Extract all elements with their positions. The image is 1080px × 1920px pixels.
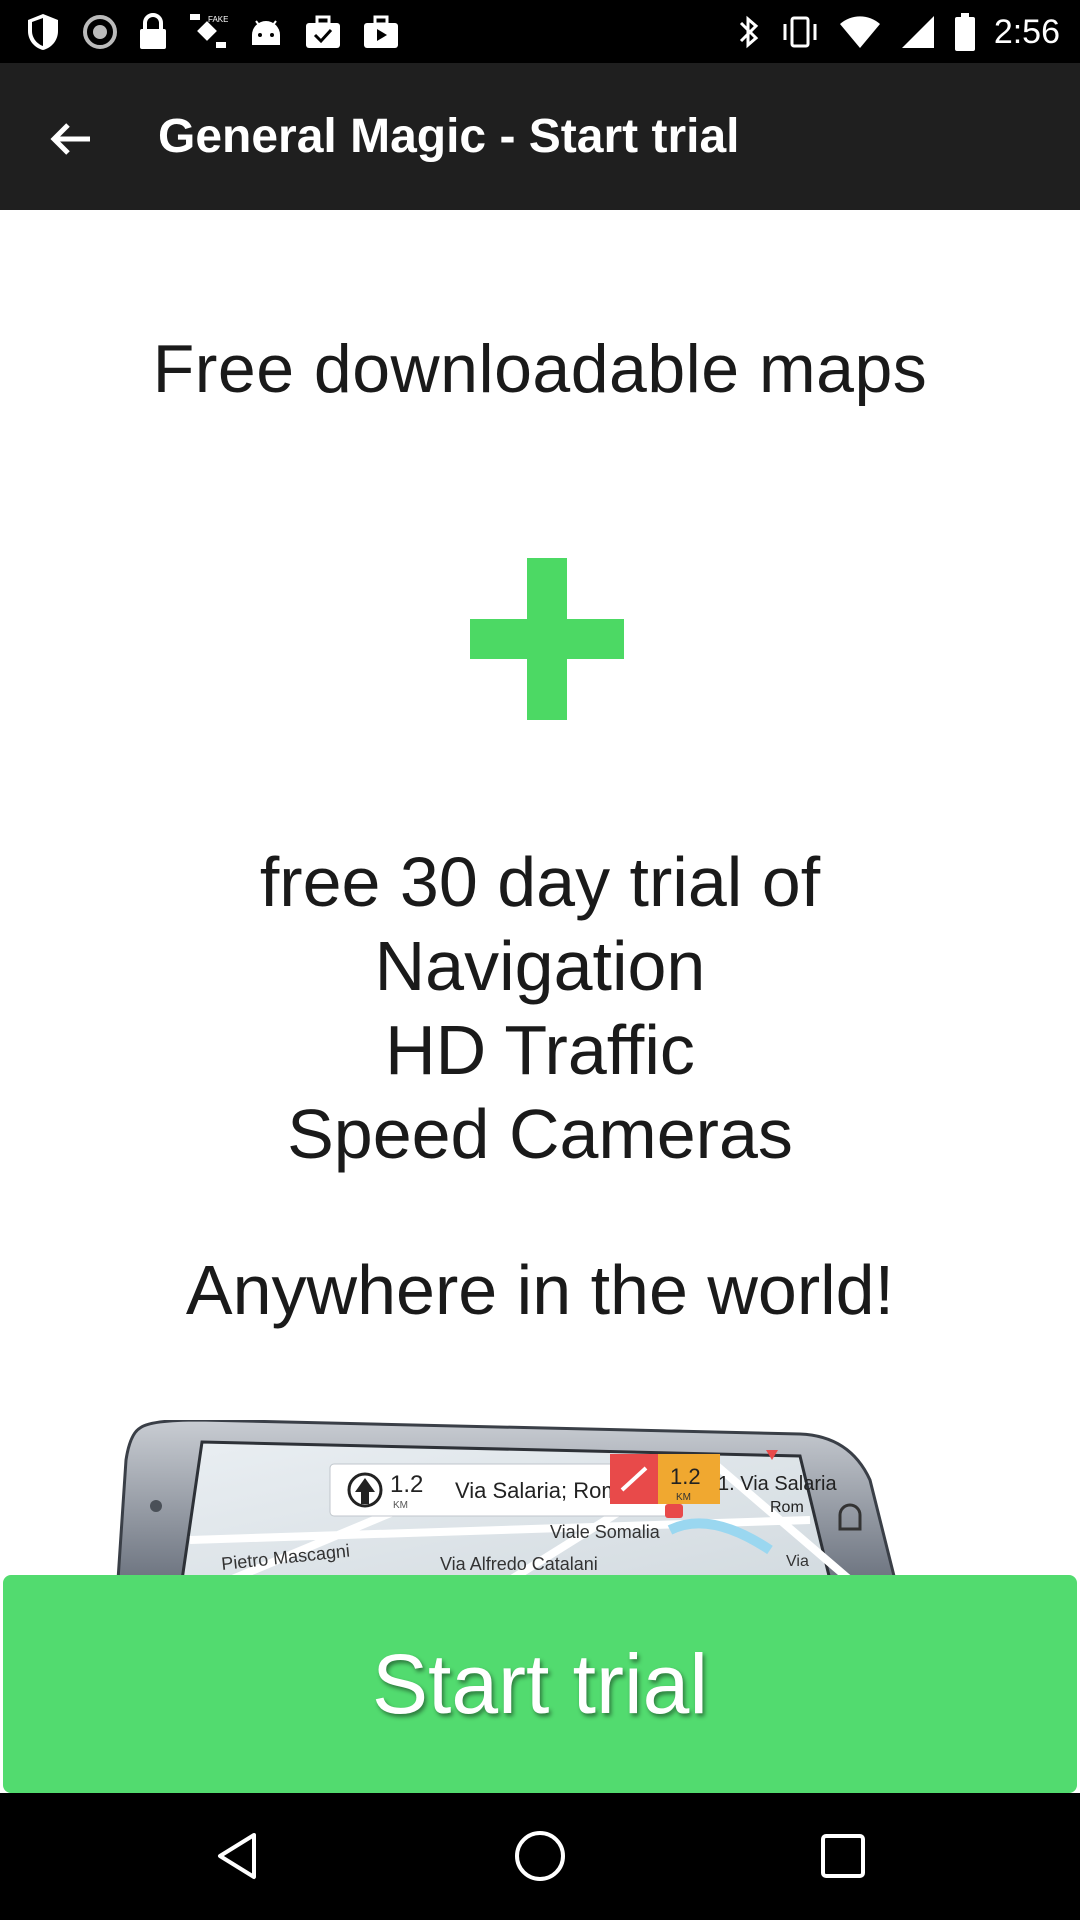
phone-distance-2: 1.2 [670, 1464, 701, 1489]
headline: Free downloadable maps [152, 331, 928, 407]
back-button[interactable] [34, 103, 106, 175]
page-title: General Magic - Start trial [158, 110, 740, 163]
phone-unit-1: KM [393, 1500, 408, 1511]
start-trial-button[interactable]: Start trial [3, 1575, 1077, 1793]
promo-content: Free downloadable maps free 30 day trial… [0, 210, 1080, 1575]
phone-distance-1: 1.2 [390, 1471, 423, 1498]
phone-side-label: 1. Via Salaria [718, 1473, 837, 1495]
feature-line: HD Traffic [385, 1011, 695, 1089]
phone-street-5: Via [786, 1553, 809, 1570]
feature-line: Navigation [374, 927, 706, 1005]
app-bar: General Magic - Start trial [0, 63, 1080, 210]
svg-text:FAKE: FAKE [208, 15, 228, 24]
home-circle-icon [515, 1831, 565, 1881]
back-triangle-icon [218, 1833, 256, 1879]
feature-list: free 30 day trial of Navigation HD Traff… [0, 840, 1080, 1176]
nav-recents-button[interactable] [808, 1821, 878, 1891]
android-icon [252, 20, 280, 45]
battery-icon [954, 13, 975, 51]
status-time: 2:56 [993, 12, 1060, 51]
status-system-icons: 2:56 [736, 8, 1060, 56]
status-bar: FAKE 2:56 [0, 0, 1080, 63]
feature-line: Speed Cameras [287, 1095, 793, 1173]
system-nav-bar [0, 1793, 1080, 1920]
vibrate-icon [783, 16, 817, 48]
signal-icon [901, 16, 934, 48]
tagline: Anywhere in the world! [185, 1251, 895, 1329]
shield-icon [28, 14, 58, 50]
phone-unit-2: KM [676, 1492, 691, 1503]
bluetooth-icon [739, 15, 759, 49]
arrow-back-icon [50, 123, 90, 155]
phone-street-2: Viale Somalia [550, 1522, 661, 1542]
phone-street-3: Via Alfredo Catalani [440, 1554, 598, 1574]
nav-back-button[interactable] [202, 1821, 272, 1891]
play-store-icon [364, 15, 398, 48]
blocked-icon [83, 15, 117, 49]
fake-gps-icon: FAKE [190, 14, 228, 48]
plus-icon [470, 558, 624, 720]
status-notification-icons: FAKE [24, 12, 400, 52]
feature-line: free 30 day trial of [259, 843, 821, 921]
recents-square-icon [821, 1834, 865, 1878]
wifi-icon [839, 16, 880, 48]
phone-street: Via Salaria; Rome [455, 1478, 632, 1503]
start-trial-label: Start trial [371, 1636, 709, 1731]
lock-icon [140, 13, 166, 49]
phone-preview-image: 1.2 KM Via Salaria; Rome 1.2 KM 1. Via S… [116, 1420, 896, 1575]
phone-side-sub: Rom [770, 1499, 804, 1516]
briefcase-check-icon [306, 15, 340, 48]
nav-home-button[interactable] [505, 1821, 575, 1891]
